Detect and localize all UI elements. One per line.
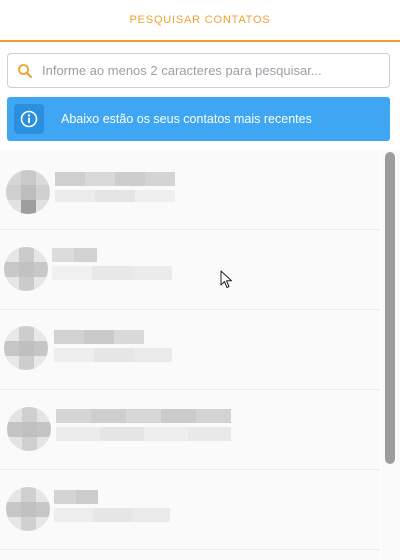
contact-detail: [52, 266, 172, 280]
contact-name: [56, 409, 231, 423]
contact-item[interactable]: [0, 310, 380, 390]
scrollbar-thumb[interactable]: [385, 152, 395, 464]
info-icon: [14, 104, 44, 134]
contact-name: [54, 490, 98, 504]
info-text: Abaixo estão os seus contatos mais recen…: [61, 112, 312, 126]
search-field[interactable]: [7, 53, 390, 88]
contact-list[interactable]: [0, 150, 380, 560]
contact-item[interactable]: [0, 470, 380, 550]
contact-avatar: [6, 487, 50, 531]
contact-avatar: [6, 170, 50, 214]
contact-name: [55, 172, 175, 186]
contact-avatar: [7, 407, 51, 451]
contact-name: [52, 248, 97, 262]
page-header: PESQUISAR CONTATOS: [0, 0, 400, 42]
contact-avatar: [4, 247, 48, 291]
contact-detail: [55, 190, 175, 204]
contact-detail: [54, 348, 172, 362]
search-input[interactable]: [42, 55, 389, 86]
page-title: PESQUISAR CONTATOS: [129, 14, 271, 26]
contact-item[interactable]: [0, 390, 380, 470]
search-icon: [8, 54, 42, 87]
mouse-pointer-icon: [220, 270, 232, 288]
contact-avatar: [4, 326, 48, 370]
contact-detail: [56, 427, 231, 441]
contact-detail: [54, 508, 170, 522]
contact-name: [54, 330, 144, 344]
contact-item[interactable]: [0, 230, 380, 310]
info-banner: Abaixo estão os seus contatos mais recen…: [7, 97, 390, 141]
contact-item[interactable]: [0, 150, 380, 230]
